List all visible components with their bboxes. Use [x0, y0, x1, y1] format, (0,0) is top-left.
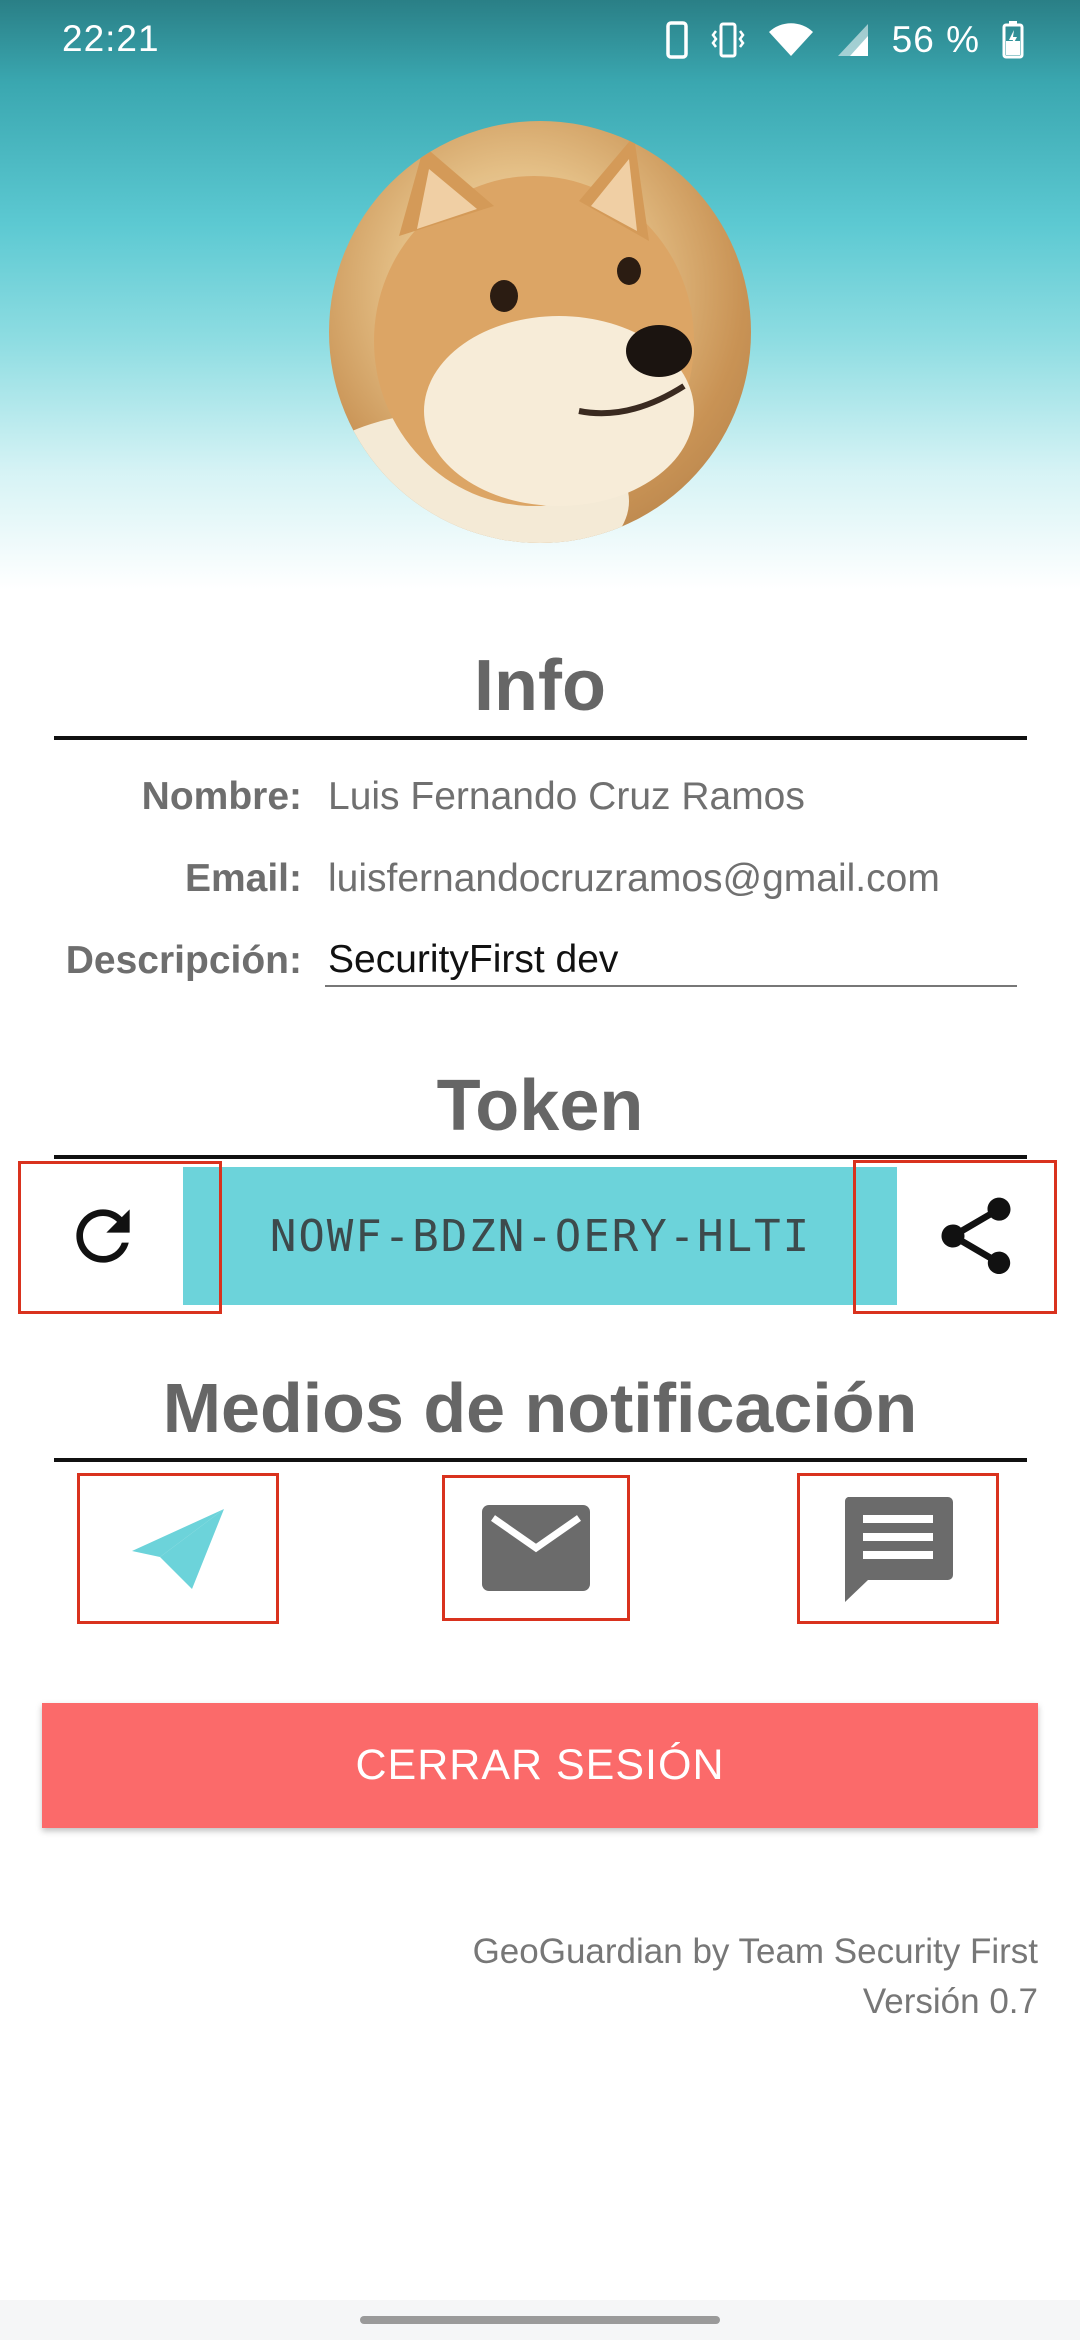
notifications-title: Medios de notificación: [162, 1369, 918, 1447]
battery-percent: 56 %: [891, 19, 980, 60]
email-notification-button[interactable]: [442, 1475, 630, 1621]
email-row: Email: luisfernandocruzramos@gmail.com: [0, 857, 1080, 917]
name-label: Nombre:: [141, 775, 302, 818]
vibrate-icon: [711, 22, 745, 58]
sms-button[interactable]: [797, 1473, 999, 1624]
share-token-button[interactable]: [897, 1162, 1055, 1310]
description-label: Descripción:: [65, 939, 302, 982]
home-gesture-pill[interactable]: [360, 2316, 720, 2324]
sms-icon: [844, 1496, 953, 1602]
signal-icon: [837, 24, 868, 56]
email-icon: [482, 1505, 590, 1591]
telegram-button[interactable]: [77, 1473, 279, 1624]
info-divider: [54, 736, 1027, 740]
wifi-icon: [768, 23, 813, 56]
battery-icon: [1002, 21, 1024, 59]
name-value: Luis Fernando Cruz Ramos: [328, 775, 805, 818]
token-divider: [54, 1155, 1027, 1159]
shiba-dog-avatar-icon: [329, 136, 694, 543]
refresh-icon: [75, 1209, 130, 1263]
refresh-token-button[interactable]: [22, 1162, 183, 1310]
info-title: Info: [474, 646, 606, 726]
logout-button[interactable]: CERRAR SESIÓN: [42, 1703, 1038, 1828]
description-field[interactable]: [325, 935, 1017, 987]
share-icon: [941, 1197, 1011, 1275]
status-time: 22:21: [62, 18, 160, 59]
email-value: luisfernandocruzramos@gmail.com: [328, 857, 940, 900]
token-value: NOWF-BDZN-OERY-HLTI: [183, 1167, 898, 1305]
navigation-bar: [0, 2300, 1080, 2340]
notifications-divider: [54, 1458, 1027, 1462]
profile-avatar: [329, 121, 751, 543]
status-icons: 56 %: [665, 16, 1024, 64]
telegram-icon: [132, 1508, 224, 1589]
phone-icon: [665, 21, 688, 59]
footer-version: Versión 0.7: [862, 1982, 1038, 2021]
email-label: Email:: [184, 857, 302, 900]
name-row: Nombre: Luis Fernando Cruz Ramos: [0, 775, 1080, 835]
footer-credit: GeoGuardian by Team Security First: [472, 1932, 1038, 1971]
status-bar: 22:21 56 %: [0, 0, 1080, 80]
token-title: Token: [436, 1066, 644, 1146]
